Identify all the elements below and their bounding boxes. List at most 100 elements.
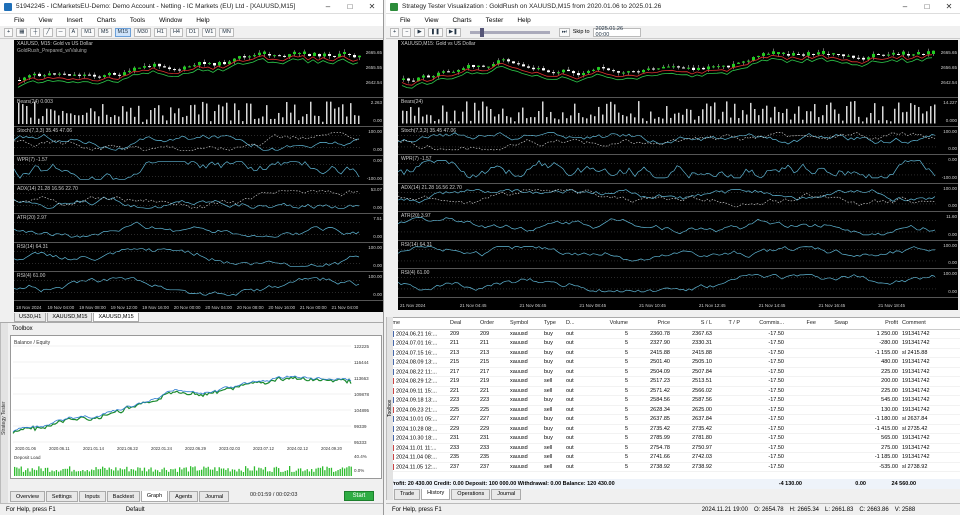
menu-tools[interactable]: Tools	[130, 17, 145, 24]
table-row[interactable]: 2024.07.01 16:... 211 211 xauusd buy out 5 2327…	[386, 338, 960, 349]
column-header[interactable]: S / L	[672, 318, 714, 330]
table-row[interactable]: 2024.10.01 05:... 227 227 xauusd buy out 5 2637…	[386, 414, 960, 425]
tf-mn[interactable]: MN	[219, 27, 234, 37]
deposit-load-bar	[58, 471, 60, 476]
tester-side-label[interactable]: Strategy Tester	[0, 323, 8, 513]
column-header[interactable]: Symbol	[508, 318, 542, 330]
tf-m1[interactable]: M1	[81, 27, 95, 37]
menu-charts[interactable]: Charts	[452, 17, 471, 24]
menu-file[interactable]: File	[400, 17, 410, 24]
speed-slider[interactable]	[469, 27, 550, 37]
toolbox-side-label[interactable]: Toolbox	[386, 317, 393, 500]
play-icon[interactable]: ▶	[414, 27, 425, 37]
cell-profit: -1 415.00	[850, 424, 900, 434]
tab-journal[interactable]: Journal	[491, 489, 522, 500]
menu-view[interactable]: View	[38, 17, 52, 24]
crosshair-icon[interactable]: ┼	[30, 27, 41, 37]
tf-d1[interactable]: D1	[185, 27, 199, 37]
chart-tab[interactable]: US30,H1	[14, 313, 47, 322]
table-row[interactable]: 2024.09.18 13:... 223 223 xauusd buy out 5 2584…	[386, 395, 960, 406]
tf-w1[interactable]: W1	[202, 27, 217, 37]
skip-icon[interactable]: ⏭	[558, 27, 570, 37]
tab-settings[interactable]: Settings	[45, 491, 78, 502]
cell-text: xauusd	[510, 425, 528, 432]
tf-m5[interactable]: M5	[97, 27, 112, 37]
trendline-icon[interactable]: ╱	[43, 27, 53, 37]
tab-trade[interactable]: Trade	[394, 489, 421, 500]
table-row[interactable]: 2024.08.22 11:... 217 217 xauusd buy out 5 2504…	[386, 367, 960, 377]
candle-body	[98, 76, 101, 78]
tab-agents[interactable]: Agents	[169, 491, 199, 502]
tf-h1[interactable]: H1	[153, 27, 167, 37]
column-header[interactable]: Profit	[850, 318, 900, 330]
hline-icon[interactable]: ─	[55, 27, 66, 37]
slider-thumb[interactable]	[479, 27, 484, 37]
table-row[interactable]: 2024.09.11 15:... 221 221 xauusd sell out 5 257…	[386, 386, 960, 396]
menu-tester[interactable]: Tester	[486, 17, 504, 24]
minimize-icon[interactable]: –	[894, 2, 916, 11]
chart-tab[interactable]: XAUUSD,M15	[47, 313, 93, 322]
cell-text: 2505.10	[692, 359, 712, 366]
table-row[interactable]: 2024.08.29 12:... 219 219 xauusd sell out 5 251…	[386, 376, 960, 387]
tab-operations[interactable]: Operations	[451, 489, 491, 500]
table-row[interactable]: 2024.10.28 08:... 229 229 xauusd buy out 5 2735…	[386, 424, 960, 434]
column-header[interactable]: D...	[564, 318, 586, 330]
zoom-out-icon[interactable]: −	[402, 27, 412, 37]
time-tick-label: 21 Nov 00:00	[299, 305, 327, 310]
column-header[interactable]: Deal	[448, 318, 478, 330]
step-icon[interactable]: ▶❚	[445, 27, 461, 37]
menu-insert[interactable]: Insert	[66, 17, 82, 24]
chart-tab-active[interactable]: XAUUSD,M15	[93, 313, 139, 322]
menu-file[interactable]: File	[14, 17, 24, 24]
price-chart[interactable]: XAUUSD,M15: Gold vs US Dollar 2665.65 26…	[398, 40, 958, 310]
menu-help[interactable]: Help	[196, 17, 209, 24]
column-header[interactable]: Type	[542, 318, 564, 330]
minimize-icon[interactable]: –	[317, 2, 339, 11]
tf-m15[interactable]: M15	[114, 27, 132, 37]
tab-inputs[interactable]: Inputs	[78, 491, 106, 502]
column-header[interactable]: Time	[386, 318, 448, 330]
close-icon[interactable]: ✕	[361, 2, 383, 11]
column-header[interactable]: Commis...	[742, 318, 786, 330]
column-header[interactable]: Order	[478, 318, 508, 330]
start-button[interactable]: Start	[344, 491, 374, 501]
column-header[interactable]: T / P	[714, 318, 742, 330]
column-header[interactable]: Price	[630, 318, 672, 330]
zoom-in-icon[interactable]: +	[390, 27, 400, 37]
tf-h4[interactable]: H4	[169, 27, 183, 37]
table-row[interactable]: 2024.06.21 16:... 209 209 xauusd buy out 5 2360…	[386, 329, 960, 339]
tab-backtest[interactable]: Backtest	[106, 491, 140, 502]
column-header[interactable]: Swap	[818, 318, 850, 330]
histogram-bar	[770, 117, 772, 124]
table-row[interactable]: 2024.08.09 13:... 215 215 xauusd buy out 5 2501…	[386, 357, 960, 368]
column-header[interactable]: Fee	[786, 318, 818, 330]
table-row[interactable]: 2024.10.30 18:... 231 231 xauusd buy out 5 2785…	[386, 433, 960, 444]
tab-overview[interactable]: Overview	[10, 491, 45, 502]
tab-graph[interactable]: Graph	[140, 491, 169, 502]
profiles-icon[interactable]: ▦	[16, 27, 28, 37]
maximize-icon[interactable]: □	[339, 2, 361, 11]
table-row[interactable]: 2024.07.15 16:... 213 213 xauusd buy out 5 2415…	[386, 348, 960, 358]
menu-charts[interactable]: Charts	[97, 17, 116, 24]
column-header[interactable]: Volume	[586, 318, 630, 330]
menu-help[interactable]: Help	[517, 17, 530, 24]
skip-to-input[interactable]: 2025.01.26 00:00	[592, 26, 641, 38]
table-row[interactable]: 2024.09.23 21:... 225 225 xauusd sell out 5 262…	[386, 405, 960, 415]
text-icon[interactable]: A	[68, 27, 79, 37]
new-chart-icon[interactable]: +	[4, 27, 14, 37]
tf-m30[interactable]: M30	[134, 27, 151, 37]
tab-history[interactable]: History	[421, 489, 451, 500]
close-icon[interactable]: ✕	[938, 2, 960, 11]
menu-view[interactable]: View	[424, 17, 438, 24]
menu-window[interactable]: Window	[159, 17, 182, 24]
tab-journal[interactable]: Journal	[199, 491, 230, 502]
column-header[interactable]: Comment	[900, 318, 960, 330]
maximize-icon[interactable]: □	[916, 2, 938, 11]
table-row[interactable]: 2024.11.04 08:... 235 235 xauusd sell out 5 274…	[386, 452, 960, 463]
table-row[interactable]: 2024.11.05 12:... 237 237 xauusd sell out 5 273…	[386, 462, 960, 472]
price-chart[interactable]: XAUUSD, M15: Gold vs US Dollar GoldRush_…	[14, 40, 383, 312]
pause-icon[interactable]: ❚❚	[427, 27, 443, 37]
table-row[interactable]: 2024.11.01 11:... 233 233 xauusd sell out 5 275…	[386, 443, 960, 453]
cell-text: 2024.11.05 12:...	[396, 463, 437, 470]
histogram-bar	[302, 116, 304, 124]
